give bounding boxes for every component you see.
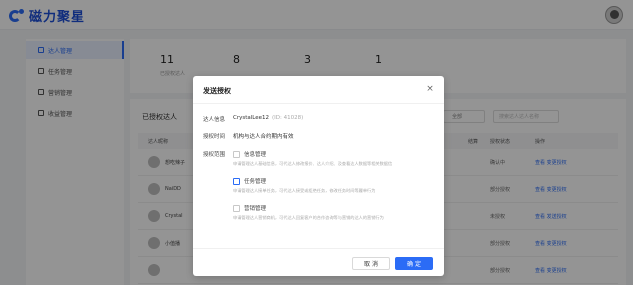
perm-label: 任务管理: [244, 179, 267, 185]
cancel-button[interactable]: 取 消: [352, 257, 390, 270]
perm-description: 申请管理达人营销商机，可代达人回复客户的合作咨询等与营销的达人的营销行为: [233, 215, 384, 220]
info-manage-checkbox[interactable]: [233, 150, 240, 158]
perm-marketing-manage: 营销管理 申请管理达人营销商机，可代达人回复客户的合作咨询等与营销的达人的营销行…: [233, 204, 433, 221]
confirm-button[interactable]: 确 定: [395, 257, 433, 270]
send-auth-dialog: 发送授权 × 达人信息 CrystalLee12 (ID: 41028) 授权时间…: [193, 76, 444, 276]
perm-label: 营销管理: [244, 206, 267, 212]
perm-label: 信息管理: [244, 152, 267, 158]
auth-time-value: 机构与达人合约期内有效: [233, 134, 294, 140]
task-manage-checkbox[interactable]: [233, 177, 240, 185]
perm-description: 申请管理达人基础信息，可代达人修改报价、达人介绍、及查看达人数据等相关数据信: [233, 161, 393, 166]
marketing-manage-checkbox[interactable]: [233, 204, 240, 212]
auth-scope-label: 授权范围: [203, 152, 226, 158]
dialog-title: 发送授权: [203, 87, 231, 95]
talent-info-label: 达人信息: [203, 117, 226, 123]
perm-info-manage: 信息管理 申请管理达人基础信息，可代达人修改报价、达人介绍、及查看达人数据等相关…: [233, 150, 433, 167]
perm-description: 申请管理达人接单任务，可代达人接受或拒绝任务，修改任务时间等履单行为: [233, 188, 376, 193]
perm-task-manage: 任务管理 申请管理达人接单任务，可代达人接受或拒绝任务，修改任务时间等履单行为: [233, 177, 433, 194]
talent-id: (ID: 41028): [272, 115, 304, 121]
auth-time-label: 授权时间: [203, 134, 226, 140]
divider: [193, 248, 444, 249]
divider: [193, 103, 444, 104]
talent-info-value: CrystalLee12 (ID: 41028): [233, 115, 303, 121]
close-icon[interactable]: ×: [425, 84, 435, 94]
talent-name: CrystalLee12: [233, 115, 270, 121]
